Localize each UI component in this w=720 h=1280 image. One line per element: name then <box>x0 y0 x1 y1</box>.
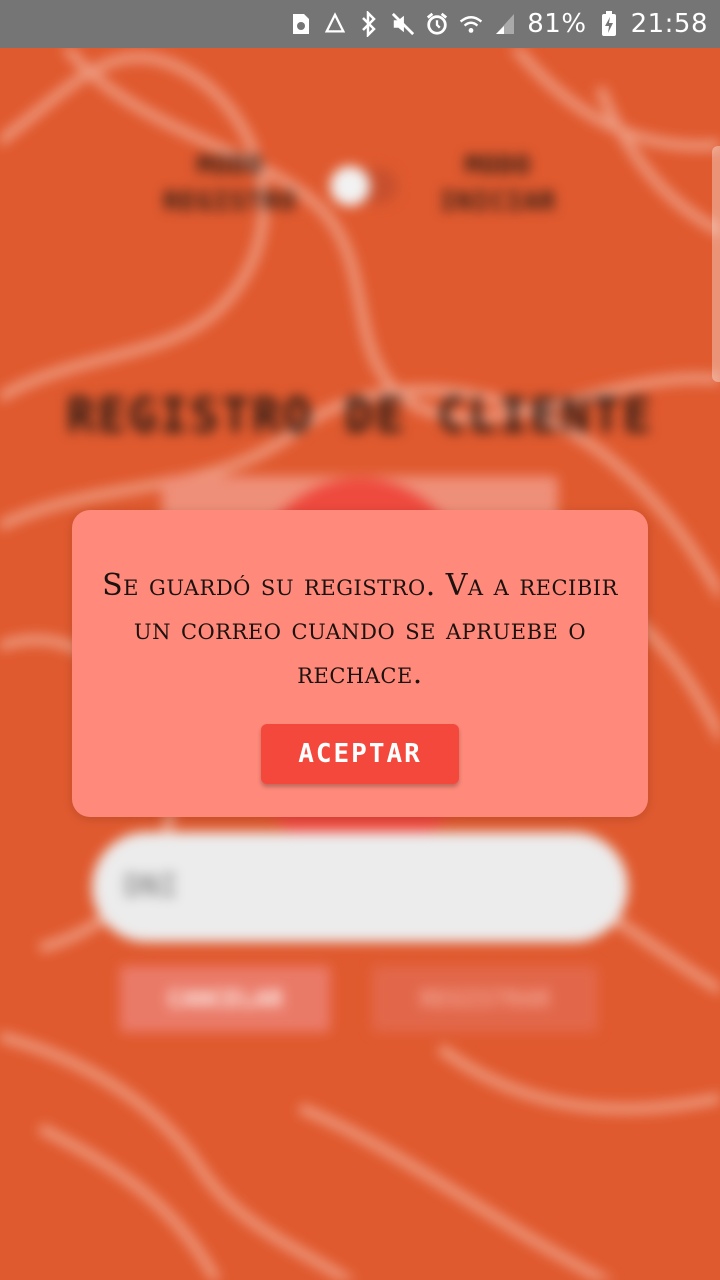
mode-toggle-switch[interactable] <box>330 166 398 206</box>
signal-icon <box>493 12 517 36</box>
edge-panel-handle[interactable] <box>712 146 720 382</box>
confirmation-dialog: Se guardó su registro. Va a recibir un c… <box>72 510 648 817</box>
accept-button[interactable]: ACEPTAR <box>261 724 459 784</box>
dni-input[interactable]: DNI <box>92 832 628 942</box>
clock: 21:58 <box>630 9 708 39</box>
app-screen: 81% 21:58 MODO REGISTRO MODO INICIAR REG… <box>0 0 720 1280</box>
mode-register-label: MODO REGISTRO <box>163 151 297 217</box>
battery-percent: 81% <box>527 9 587 39</box>
dialog-message: Se guardó su registro. Va a recibir un c… <box>102 568 618 691</box>
register-button[interactable]: REGISTRAR <box>372 966 598 1032</box>
battery-charging-icon <box>597 11 621 36</box>
page-title: REGISTRO DE CLIENTE <box>66 388 654 444</box>
toggle-knob <box>330 166 370 206</box>
cancel-button[interactable]: CANCELAR <box>120 966 330 1032</box>
mode-login-label: MODO INICIAR <box>439 151 557 217</box>
status-bar: 81% 21:58 <box>0 0 720 48</box>
bluetooth-icon <box>357 11 381 37</box>
sim-recycle-icon <box>289 12 313 36</box>
alarm-icon <box>425 12 449 36</box>
mute-icon <box>391 12 415 36</box>
wifi-icon <box>459 12 483 36</box>
recycle-icon <box>323 12 347 36</box>
